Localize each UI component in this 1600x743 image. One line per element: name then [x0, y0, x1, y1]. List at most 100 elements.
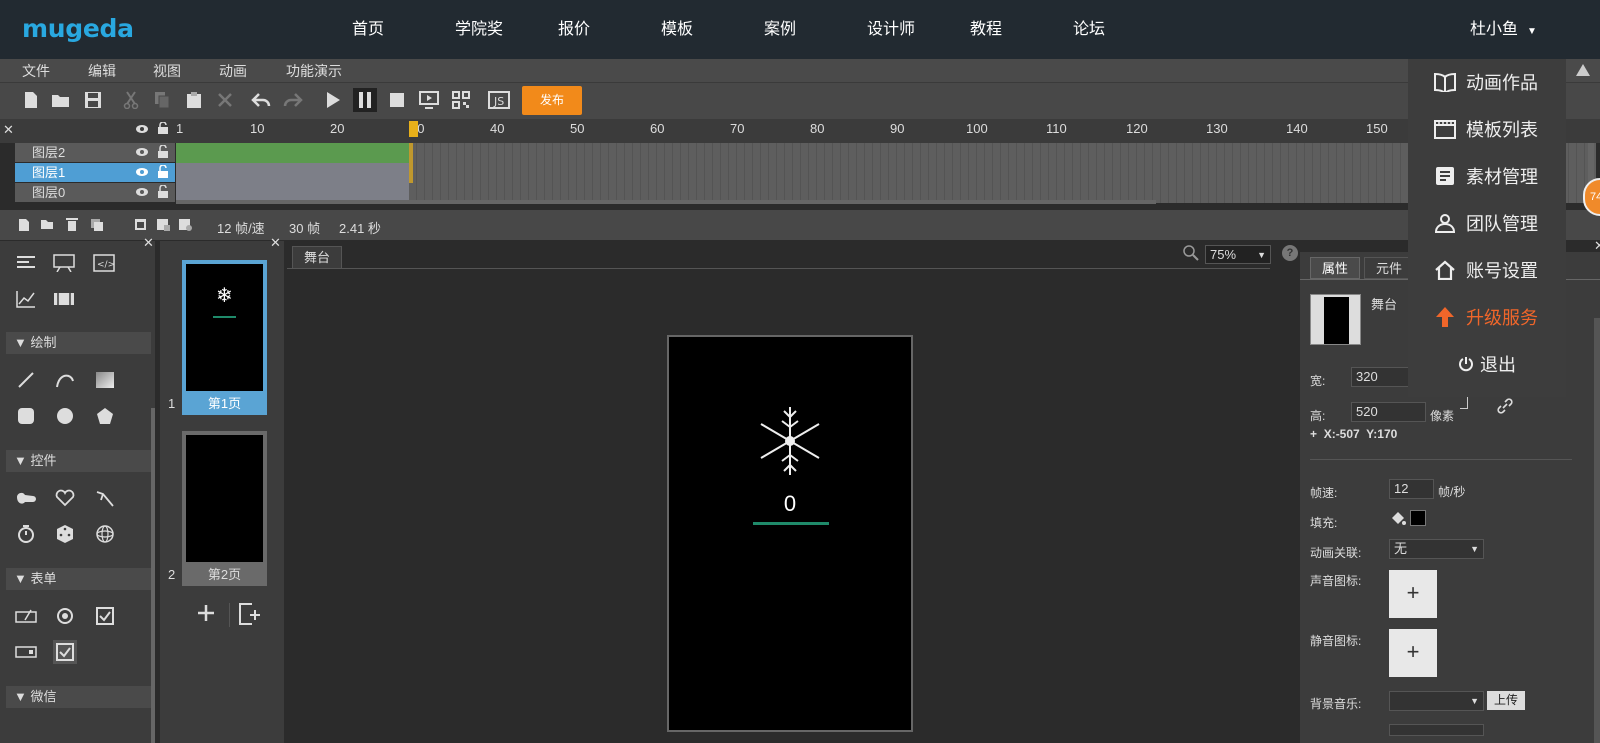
add-mute-icon-button[interactable]: + — [1389, 629, 1437, 677]
rectangle-gradient-icon[interactable] — [93, 368, 117, 392]
collapse-up-icon[interactable] — [1576, 64, 1590, 76]
section-draw[interactable]: ▼ 绘制 — [6, 332, 151, 354]
visibility-eye-icon[interactable] — [135, 167, 149, 177]
nav-cases[interactable]: 案例 — [764, 0, 796, 59]
timer-icon[interactable] — [14, 522, 38, 546]
polygon-tool-icon[interactable] — [93, 404, 117, 428]
rounded-rect-icon[interactable] — [14, 404, 38, 428]
section-form[interactable]: ▼ 表单 — [6, 568, 151, 590]
link-aspect-icon[interactable] — [1497, 398, 1513, 414]
menu-item-logout[interactable]: 退出 — [1408, 341, 1566, 387]
save-icon[interactable] — [82, 89, 104, 111]
visibility-eye-icon[interactable] — [135, 187, 149, 197]
keyframe-span[interactable] — [176, 143, 409, 163]
next-select[interactable] — [1389, 724, 1484, 736]
insert-page-icon[interactable] — [238, 602, 262, 626]
page-thumbnail[interactable]: 第2页 — [182, 431, 267, 586]
timeline-scrollbar[interactable] — [176, 200, 1156, 204]
keyframe-span[interactable] — [176, 163, 409, 203]
add-page-icon[interactable] — [196, 603, 216, 623]
close-panel-icon[interactable]: ✕ — [270, 235, 281, 251]
nav-forum[interactable]: 论坛 — [1073, 0, 1105, 59]
brand-logo[interactable]: mugeda — [22, 14, 134, 43]
tab-symbols[interactable]: 元件 — [1364, 257, 1414, 279]
sphere-icon[interactable] — [93, 522, 117, 546]
layer-row-selected[interactable]: 图层1 — [15, 163, 175, 182]
trash-icon[interactable] — [66, 217, 78, 231]
menu-item-animations[interactable]: 动画作品 — [1408, 59, 1566, 105]
ellipse-tool-icon[interactable] — [53, 404, 77, 428]
nav-pricing[interactable]: 报价 — [558, 0, 590, 59]
radio-button-icon[interactable] — [53, 604, 77, 628]
delete-icon[interactable] — [214, 89, 236, 111]
menu-animation[interactable]: 动画 — [219, 59, 247, 83]
fps-input[interactable]: 12 — [1389, 479, 1434, 499]
close-timeline-icon[interactable]: ✕ — [3, 122, 14, 138]
line-tool-icon[interactable] — [14, 368, 38, 392]
user-menu[interactable]: 杜小鱼 ▼ — [1470, 0, 1537, 59]
text-input-icon[interactable] — [14, 604, 38, 628]
nav-academy-award[interactable]: 学院奖 — [455, 0, 503, 59]
anim-link-select[interactable]: 无 ▼ — [1389, 539, 1484, 559]
menu-edit[interactable]: 编辑 — [88, 59, 116, 83]
menu-item-team[interactable]: 团队管理 — [1408, 200, 1566, 246]
snowflake-icon[interactable] — [754, 403, 826, 479]
unlock-icon[interactable] — [157, 185, 169, 198]
html-code-icon[interactable]: </> — [92, 251, 116, 275]
open-folder-icon[interactable] — [50, 89, 72, 111]
add-sound-icon-button[interactable]: + — [1389, 570, 1437, 618]
line-chart-icon[interactable] — [14, 287, 38, 311]
duplicate-layer-icon[interactable] — [90, 218, 104, 232]
lock-icon[interactable] — [157, 122, 169, 134]
height-input[interactable]: 520 — [1351, 402, 1426, 422]
menu-view[interactable]: 视图 — [153, 59, 181, 83]
visibility-eye-icon[interactable] — [135, 147, 149, 157]
checkbox-icon[interactable] — [93, 604, 117, 628]
menu-item-templates[interactable]: 模板列表 — [1408, 106, 1566, 152]
unlock-icon[interactable] — [157, 145, 169, 158]
keyframe-icon[interactable] — [156, 218, 170, 231]
menu-demo[interactable]: 功能演示 — [286, 59, 342, 83]
stage-canvas[interactable]: 0 — [667, 335, 913, 732]
new-folder-icon[interactable] — [40, 218, 54, 230]
paint-bucket-icon[interactable] — [1390, 510, 1406, 526]
menu-item-account[interactable]: 账号设置 — [1408, 247, 1566, 293]
zoom-select[interactable]: 75% ▼ — [1205, 245, 1271, 264]
nav-designers[interactable]: 设计师 — [867, 0, 915, 59]
bgm-select[interactable]: ▼ — [1389, 691, 1484, 711]
unlock-icon[interactable] — [157, 165, 169, 178]
cut-icon[interactable] — [120, 89, 142, 111]
gesture-icon[interactable] — [14, 486, 38, 510]
checklist-icon[interactable] — [53, 640, 77, 664]
film-strip-icon[interactable] — [52, 287, 76, 311]
nav-tutorials[interactable]: 教程 — [970, 0, 1002, 59]
section-wechat[interactable]: ▼ 微信 — [6, 686, 151, 708]
new-file-icon[interactable] — [20, 89, 42, 111]
section-controls[interactable]: ▼ 控件 — [6, 450, 151, 472]
play-icon[interactable] — [322, 89, 344, 111]
publish-button[interactable]: 发布 — [522, 86, 582, 115]
blank-keyframe-icon[interactable] — [178, 218, 192, 231]
visibility-eye-icon[interactable] — [135, 124, 149, 134]
tab-stage[interactable]: 舞台 — [292, 246, 342, 268]
dice-icon[interactable] — [53, 522, 77, 546]
search-zoom-icon[interactable] — [1183, 245, 1199, 261]
select-box-icon[interactable] — [14, 640, 38, 664]
fill-color-swatch[interactable] — [1410, 510, 1426, 526]
tools-scrollbar[interactable] — [151, 408, 155, 743]
frame-icon[interactable] — [134, 218, 147, 231]
drag-hand-icon[interactable] — [93, 486, 117, 510]
close-panel-icon[interactable]: ✕ — [143, 235, 154, 251]
properties-scrollbar[interactable] — [1594, 318, 1600, 743]
heart-icon[interactable] — [53, 486, 77, 510]
menu-item-assets[interactable]: 素材管理 — [1408, 153, 1566, 199]
paste-icon[interactable] — [183, 89, 205, 111]
new-layer-icon[interactable] — [18, 218, 30, 232]
playhead-marker[interactable] — [409, 121, 418, 137]
script-icon[interactable]: JS — [488, 89, 510, 111]
page-thumbnail-selected[interactable]: ❄ 第1页 — [182, 260, 267, 415]
nav-templates[interactable]: 模板 — [661, 0, 693, 59]
presentation-icon[interactable] — [52, 251, 76, 275]
undo-icon[interactable] — [250, 89, 272, 111]
tab-properties[interactable]: 属性 — [1310, 257, 1360, 279]
